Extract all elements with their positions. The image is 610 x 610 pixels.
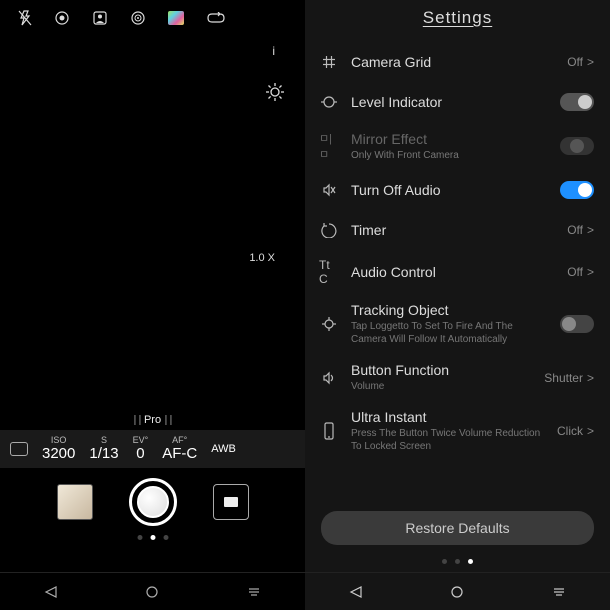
settings-row-title: Level Indicator xyxy=(351,94,548,110)
back-icon[interactable] xyxy=(43,584,59,600)
settings-row-title: Audio Control xyxy=(351,264,555,280)
iso-control[interactable]: ISO 3200 xyxy=(42,436,75,462)
settings-row-text: Button Function Volume xyxy=(351,362,532,393)
timer-icon xyxy=(319,222,339,238)
flash-off-icon[interactable] xyxy=(18,10,32,26)
toggle-switch[interactable] xyxy=(560,93,594,111)
settings-row-subtitle: Volume xyxy=(351,380,532,393)
settings-row-4[interactable]: Timer Off > xyxy=(305,210,610,250)
page-indicator-right xyxy=(305,555,610,572)
shutter-row xyxy=(0,468,305,536)
iso-value: 3200 xyxy=(42,446,75,463)
volume-icon xyxy=(319,370,339,386)
exposure-bar: ISO 3200 S 1/13 EV° 0 AF° AF-C AWB xyxy=(0,430,305,468)
mode-label[interactable]: Pro xyxy=(130,414,175,426)
video-mode-button[interactable] xyxy=(213,484,249,520)
settings-row-title: Ultra Instant xyxy=(351,409,545,425)
back-icon[interactable] xyxy=(348,584,364,600)
gallery-thumbnail[interactable] xyxy=(57,484,93,520)
mirror-icon: ㅁ|ㅁ xyxy=(319,130,339,162)
home-icon[interactable] xyxy=(144,584,160,600)
hdr-icon[interactable] xyxy=(54,10,70,26)
ev-control[interactable]: EV° 0 xyxy=(133,436,149,462)
live-icon[interactable] xyxy=(130,10,146,26)
settings-row-8[interactable]: Ultra Instant Press The Button Twice Volu… xyxy=(305,401,610,461)
settings-row-text: Audio Control xyxy=(351,264,555,280)
settings-row-1[interactable]: Level Indicator xyxy=(305,82,610,122)
settings-title: Settings xyxy=(305,0,610,42)
settings-row-title: Button Function xyxy=(351,362,532,378)
settings-row-title: Turn Off Audio xyxy=(351,182,548,198)
settings-row-3[interactable]: Turn Off Audio xyxy=(305,170,610,210)
settings-row-6[interactable]: Tracking Object Tap Loggetto To Set To Fi… xyxy=(305,294,610,354)
track-icon xyxy=(319,316,339,332)
metering-icon[interactable] xyxy=(10,442,28,456)
settings-row-subtitle: Only With Front Camera xyxy=(351,149,548,162)
settings-row-text: Level Indicator xyxy=(351,94,548,110)
settings-row-text: Turn Off Audio xyxy=(351,182,548,198)
tt-icon: Tt C xyxy=(319,258,339,286)
shutter-value: 1/13 xyxy=(89,446,118,463)
recents-icon[interactable] xyxy=(246,584,262,600)
settings-row-subtitle: Tap Loggetto To Set To Fire And The Came… xyxy=(351,320,548,346)
settings-row-7[interactable]: Button Function Volume Shutter > xyxy=(305,354,610,401)
settings-row-subtitle: Press The Button Twice Volume Reduction … xyxy=(351,427,545,453)
awb-value: AWB xyxy=(211,443,236,455)
settings-row-title: Camera Grid xyxy=(351,54,555,70)
navbar-left xyxy=(0,572,305,610)
af-value: AF-C xyxy=(162,446,197,463)
toggle-switch[interactable] xyxy=(560,137,594,155)
settings-gear-icon[interactable] xyxy=(265,82,285,107)
info-icon[interactable]: i xyxy=(272,44,275,58)
camera-viewfinder: i 1.0 X Pro ISO 3200 S 1/13 EV° 0 AF° AF… xyxy=(0,0,305,610)
settings-row-text: Timer xyxy=(351,222,555,238)
settings-row-title: Tracking Object xyxy=(351,302,548,318)
settings-row-title: Timer xyxy=(351,222,555,238)
settings-row-value[interactable]: Click > xyxy=(557,424,594,438)
settings-row-text: Tracking Object Tap Loggetto To Set To Fi… xyxy=(351,302,548,346)
settings-row-text: Camera Grid xyxy=(351,54,555,70)
awb-control[interactable]: AWB xyxy=(211,443,236,455)
camera-top-toolbar xyxy=(0,0,305,26)
settings-row-value[interactable]: Off > xyxy=(567,55,594,69)
zoom-indicator[interactable]: 1.0 X xyxy=(249,252,275,264)
af-control[interactable]: AF° AF-C xyxy=(162,436,197,462)
toggle-switch[interactable] xyxy=(560,315,594,333)
mute-icon xyxy=(319,182,339,198)
settings-list[interactable]: Camera Grid Off > Level Indicator ㅁ|ㅁ Mirror… xyxy=(305,42,610,505)
settings-row-5[interactable]: Tt C Audio Control Off > xyxy=(305,250,610,294)
settings-panel: Settings Camera Grid Off > Level Indicator… xyxy=(305,0,610,610)
settings-row-text: Mirror Effect Only With Front Camera xyxy=(351,131,548,162)
settings-row-title: Mirror Effect xyxy=(351,131,548,147)
settings-row-2[interactable]: ㅁ|ㅁ Mirror Effect Only With Front Camera xyxy=(305,122,610,170)
toggle-switch[interactable] xyxy=(560,181,594,199)
phone-icon xyxy=(319,422,339,440)
filter-icon[interactable] xyxy=(168,11,184,25)
home-icon[interactable] xyxy=(449,584,465,600)
restore-defaults-button[interactable]: Restore Defaults xyxy=(321,511,594,545)
grid-icon xyxy=(319,54,339,70)
portrait-icon[interactable] xyxy=(92,10,108,26)
settings-row-value[interactable]: Off > xyxy=(567,265,594,279)
shutter-button[interactable] xyxy=(129,478,177,526)
navbar-right xyxy=(305,572,610,610)
shutter-control[interactable]: S 1/13 xyxy=(89,436,118,462)
ev-value: 0 xyxy=(136,446,144,463)
page-indicator-left xyxy=(137,535,168,540)
recents-icon[interactable] xyxy=(551,584,567,600)
settings-row-value[interactable]: Off > xyxy=(567,223,594,237)
settings-row-value[interactable]: Shutter > xyxy=(544,371,594,385)
switch-camera-icon[interactable] xyxy=(206,12,226,24)
settings-row-text: Ultra Instant Press The Button Twice Volu… xyxy=(351,409,545,453)
level-icon xyxy=(319,94,339,110)
settings-row-0[interactable]: Camera Grid Off > xyxy=(305,42,610,82)
